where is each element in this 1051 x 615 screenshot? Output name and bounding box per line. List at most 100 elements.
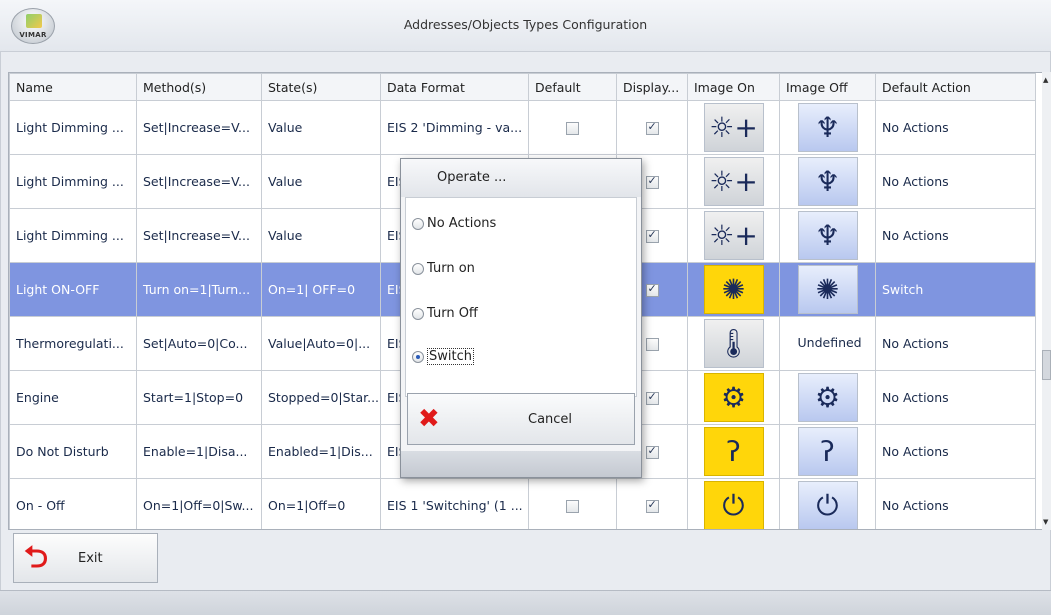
- cell-states: Stopped=0|Star...: [261, 370, 381, 425]
- cell-image-off[interactable]: ⚙: [779, 370, 876, 425]
- cell-methods: Enable=1|Disa...: [136, 424, 262, 479]
- cell-methods: Set|Increase=V...: [136, 154, 262, 209]
- cell-states: On=1|Off=0: [261, 478, 381, 529]
- cell-methods: Set|Increase=V...: [136, 100, 262, 155]
- cell-image-on[interactable]: ⏻: [687, 478, 780, 529]
- light-off-icon: ✺: [797, 265, 858, 314]
- radio-label: No Actions: [427, 216, 497, 231]
- exit-arrow-icon: ⮌: [24, 540, 49, 575]
- cell-states: On=1| OFF=0: [261, 262, 381, 317]
- column-header[interactable]: Data Format: [380, 73, 529, 101]
- cell-image-on[interactable]: ⚙: [687, 370, 780, 425]
- cell-image-off[interactable]: ♆: [779, 154, 876, 209]
- radio-button[interactable]: [412, 307, 424, 320]
- dimmer-plus-icon: ☼+: [703, 157, 764, 206]
- cell-default: [528, 478, 617, 529]
- window-title: Addresses/Objects Types Configuration: [403, 17, 648, 32]
- cell-name: Light Dimming ...: [9, 208, 137, 263]
- thermo-icon: 🌡: [703, 319, 764, 368]
- cell-default-action: No Actions: [875, 370, 1036, 425]
- cell-methods: Set|Increase=V...: [136, 208, 262, 263]
- cell-image-off[interactable]: ʔ: [779, 424, 876, 479]
- cell-name: Thermoregulati...: [9, 316, 137, 371]
- power-on-icon: ⏻: [703, 481, 764, 529]
- cell-methods: Turn on=1|Turn...: [136, 262, 262, 317]
- display-checkbox[interactable]: [645, 282, 659, 297]
- cell-image-off[interactable]: ♆: [779, 100, 876, 155]
- exit-button[interactable]: ⮌ Exit: [13, 533, 158, 583]
- display-checkbox[interactable]: [645, 228, 659, 243]
- radio-label: Turn Off: [427, 306, 478, 321]
- display-checkbox[interactable]: [645, 174, 659, 189]
- cell-image-on[interactable]: ʔ: [687, 424, 780, 479]
- operate-dialog: Operate ... No Actions Turn on Turn Off Swi…: [400, 158, 642, 478]
- dialog-options: No Actions Turn on Turn Off Switch: [405, 197, 637, 397]
- cell-methods: Set|Auto=0|Co...: [136, 316, 262, 371]
- cell-image-on[interactable]: 🌡: [687, 316, 780, 371]
- display-checkbox[interactable]: [645, 498, 659, 513]
- cell-default: [528, 100, 617, 155]
- cell-data-format: EIS 1 'Switching' (1 ...: [380, 478, 529, 529]
- vertical-scrollbar[interactable]: ▲ ▼: [1042, 72, 1051, 530]
- column-header[interactable]: Display...: [616, 73, 688, 101]
- exit-label: Exit: [78, 550, 103, 566]
- cell-image-off[interactable]: ✺: [779, 262, 876, 317]
- dimmer-off-icon: ♆: [797, 103, 858, 152]
- cell-image-off[interactable]: ⏻: [779, 478, 876, 529]
- cell-default-action: No Actions: [875, 424, 1036, 479]
- cell-image-off[interactable]: Undefined: [779, 316, 876, 371]
- radio-option[interactable]: No Actions: [412, 216, 496, 231]
- column-header[interactable]: Image On: [687, 73, 780, 101]
- cancel-label: Cancel: [528, 411, 573, 427]
- scroll-up-icon[interactable]: ▲: [1043, 76, 1048, 84]
- radio-button[interactable]: [412, 262, 424, 275]
- column-header[interactable]: State(s): [261, 73, 381, 101]
- dimmer-plus-icon: ☼+: [703, 211, 764, 260]
- radio-option[interactable]: Turn Off: [412, 306, 478, 321]
- cell-name: Engine: [9, 370, 137, 425]
- table-row[interactable]: On - Off On=1|Off=0|Sw... On=1|Off=0 EIS 1 …: [9, 478, 1036, 529]
- cancel-button[interactable]: ✖ Cancel: [407, 393, 635, 445]
- radio-button[interactable]: [412, 217, 424, 230]
- cell-data-format: EIS 2 'Dimming - va...: [380, 100, 529, 155]
- default-checkbox[interactable]: [566, 122, 579, 135]
- cell-name: Light Dimming ...: [9, 154, 137, 209]
- table-row[interactable]: Light Dimming ... Set|Increase=V... Value E…: [9, 100, 1036, 155]
- cell-states: Value: [261, 154, 381, 209]
- cell-name: Light Dimming ...: [9, 100, 137, 155]
- display-checkbox[interactable]: [645, 338, 659, 351]
- cell-image-on[interactable]: ☼+: [687, 208, 780, 263]
- default-checkbox[interactable]: [566, 500, 579, 513]
- cell-image-on[interactable]: ✺: [687, 262, 780, 317]
- display-checkbox[interactable]: [645, 120, 659, 135]
- power-off-icon: ⏻: [797, 481, 858, 529]
- cell-image-on[interactable]: ☼+: [687, 100, 780, 155]
- column-header[interactable]: Default Action: [875, 73, 1036, 101]
- display-checkbox[interactable]: [645, 390, 659, 405]
- scroll-down-icon[interactable]: ▼: [1043, 518, 1048, 526]
- engine-on-icon: ⚙: [703, 373, 764, 422]
- column-header[interactable]: Method(s): [136, 73, 262, 101]
- status-bar: [0, 590, 1051, 615]
- cell-states: Enabled=1|Dis...: [261, 424, 381, 479]
- cell-default-action: No Actions: [875, 478, 1036, 529]
- cell-image-off[interactable]: ♆: [779, 208, 876, 263]
- cell-default-action: Switch: [875, 262, 1036, 317]
- radio-button[interactable]: [412, 350, 424, 363]
- scroll-thumb[interactable]: [1042, 350, 1051, 380]
- cell-states: Value|Auto=0|...: [261, 316, 381, 371]
- table-header: Name Method(s) State(s) Data Format Default D…: [9, 73, 1036, 101]
- radio-option[interactable]: Turn on: [412, 261, 475, 276]
- dimmer-off-icon: ♆: [797, 211, 858, 260]
- cell-image-on[interactable]: ☼+: [687, 154, 780, 209]
- title-bar: VIMAR Addresses/Objects Types Configurat…: [0, 0, 1051, 52]
- column-header[interactable]: Image Off: [779, 73, 876, 101]
- cell-default-action: No Actions: [875, 208, 1036, 263]
- column-header[interactable]: Name: [9, 73, 137, 101]
- radio-option[interactable]: Switch: [412, 348, 474, 365]
- cell-name: Do Not Disturb: [9, 424, 137, 479]
- display-checkbox[interactable]: [645, 444, 659, 459]
- cell-name: Light ON-OFF: [9, 262, 137, 317]
- column-header[interactable]: Default: [528, 73, 617, 101]
- logo-text: VIMAR: [19, 31, 47, 39]
